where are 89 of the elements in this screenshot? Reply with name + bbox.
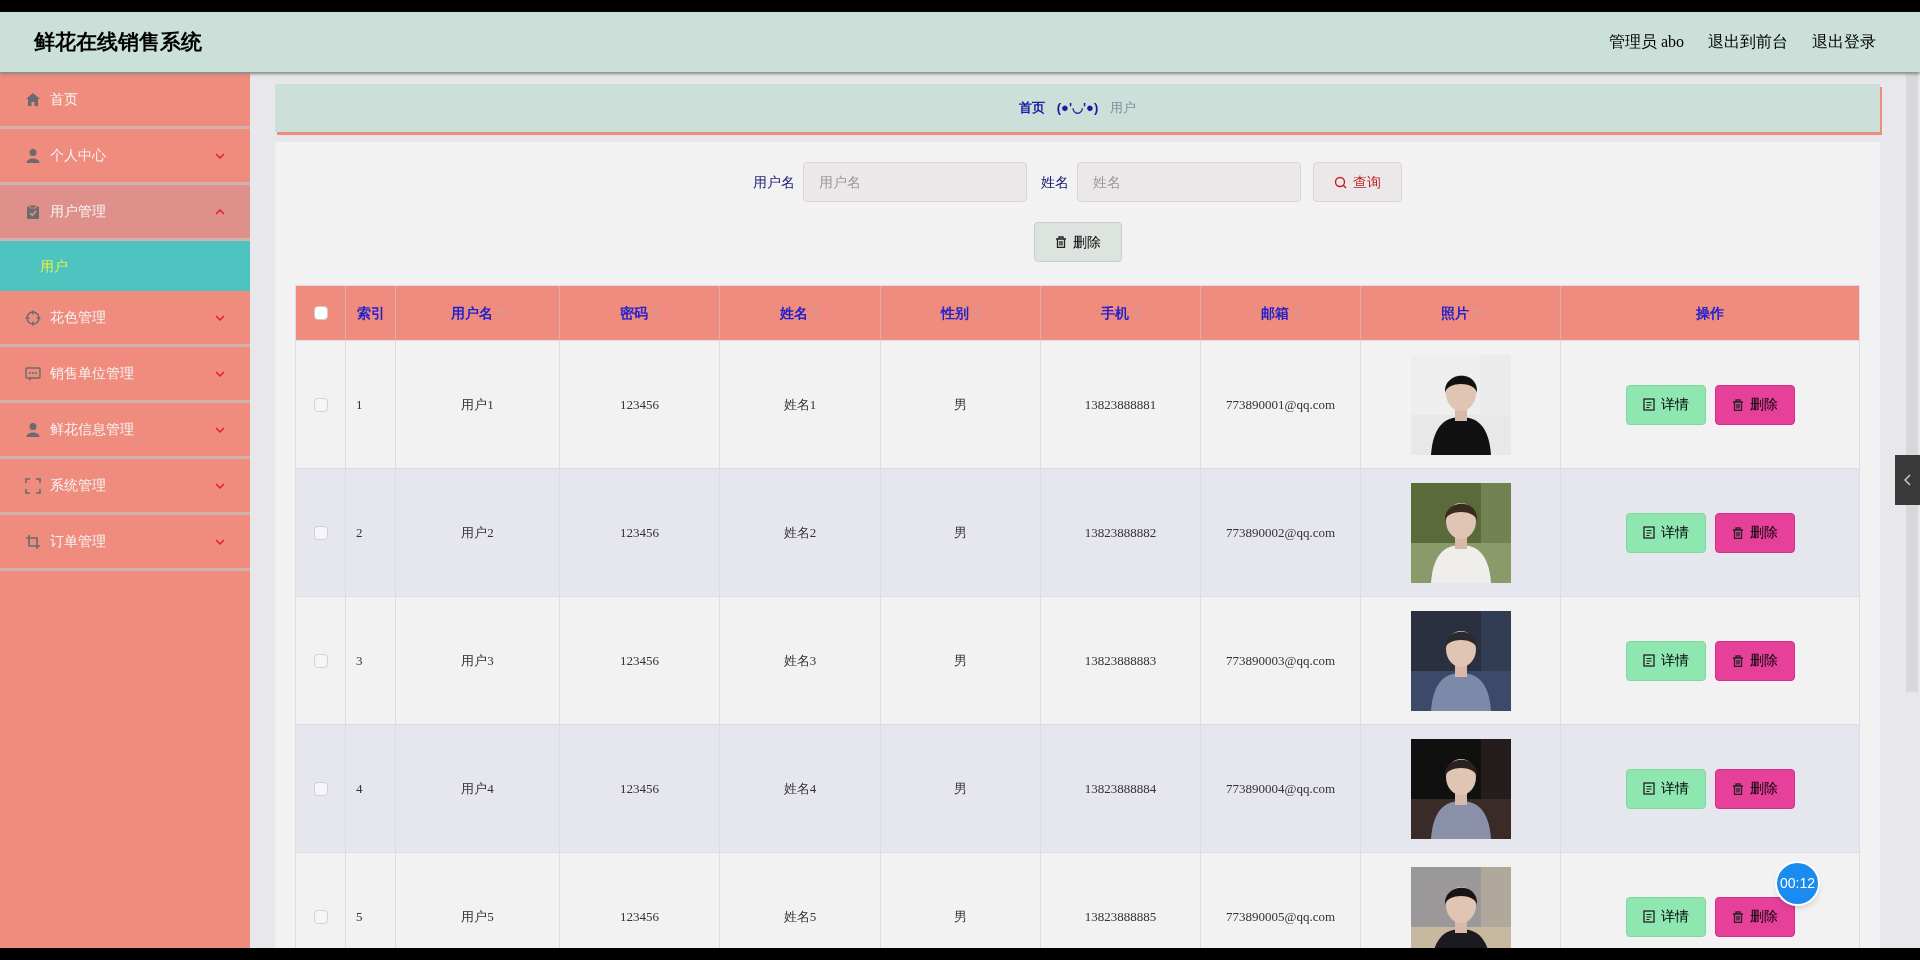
table-cell-text: 男 (954, 395, 967, 414)
table-cell-text: 123456 (620, 523, 659, 542)
breadcrumb-link[interactable]: 首页 (1018, 98, 1045, 118)
user-label: 管理员 abo (1608, 32, 1684, 52)
details-button[interactable]: 详情 (1625, 512, 1706, 553)
checkbox[interactable] (313, 653, 328, 668)
table-cell-text: 用户5 (461, 907, 494, 926)
scrollbar[interactable] (1906, 72, 1918, 692)
document-icon (1642, 910, 1655, 923)
table-cell-text: 男 (954, 523, 967, 542)
table-cell-text: 123456 (620, 779, 659, 798)
home-icon (25, 91, 41, 108)
chat-icon (25, 365, 41, 382)
crosshair-icon (25, 309, 41, 326)
table-cell-text: 男 (954, 779, 967, 798)
search-icon (1334, 175, 1347, 189)
table-cell-text: 773890003@qq.com (1225, 651, 1336, 670)
delete-button[interactable]: 删除 (1714, 896, 1795, 937)
search-field[interactable]: 姓名 (1077, 162, 1301, 202)
fullscreen-icon (25, 477, 41, 494)
trash-icon (1731, 782, 1744, 795)
user-icon (25, 421, 41, 438)
checkbox[interactable] (313, 781, 328, 796)
table-cell-text: 13823888883 (1084, 651, 1157, 670)
details-button[interactable]: 详情 (1625, 768, 1706, 809)
table-cell-text: 姓名5 (783, 907, 817, 926)
delete-button[interactable]: 删除 (1714, 768, 1795, 809)
details-button[interactable]: 详情 (1625, 384, 1706, 425)
table-cell-text: 用户1 (461, 395, 494, 414)
trash-icon (1054, 236, 1067, 248)
app-title: 鲜花在线销售系统 (34, 29, 202, 56)
clipboard-check-icon (25, 203, 41, 220)
delete-button[interactable]: 删除 (1714, 384, 1795, 425)
field-label: 姓名 (1041, 172, 1069, 192)
delete-button[interactable]: 删除 (1714, 640, 1795, 681)
breadcrumb-separator: (●'◡'●) (1055, 99, 1100, 118)
table-cell-text: 5 (356, 907, 363, 926)
table-cell-text: 4 (356, 779, 363, 798)
breadcrumb-current: 用户 (1110, 99, 1137, 118)
collapse-button[interactable] (1895, 455, 1920, 505)
table-cell-text: 773890004@qq.com (1225, 779, 1336, 798)
document-icon (1642, 526, 1655, 539)
table-cell-text: 2 (356, 523, 363, 542)
table-cell-text: 姓名3 (783, 651, 817, 670)
checkbox[interactable] (313, 909, 328, 924)
document-icon (1642, 398, 1655, 411)
table-cell-text: 姓名4 (783, 779, 817, 798)
trash-icon (1731, 654, 1744, 667)
table-cell-text: 13823888885 (1084, 907, 1157, 926)
table-cell-text: 用户3 (461, 651, 494, 670)
field-label: 用户名 (753, 172, 795, 192)
search-button[interactable]: 查询 (1313, 162, 1402, 202)
table-cell-text: 773890005@qq.com (1225, 907, 1336, 926)
table-cell-text: 773890002@qq.com (1225, 523, 1336, 542)
table-cell-text: 123456 (620, 395, 659, 414)
document-icon (1642, 654, 1655, 667)
table-cell-text: 1 (356, 395, 363, 414)
table-cell-text: 13823888881 (1084, 395, 1157, 414)
table-cell-text: 123456 (620, 907, 659, 926)
table-cell-text: 男 (954, 651, 967, 670)
document-icon (1642, 782, 1655, 795)
chevron-left-icon (1903, 474, 1912, 486)
trash-icon (1731, 398, 1744, 411)
table-cell-text: 男 (954, 907, 967, 926)
table-cell-text: 用户4 (461, 779, 494, 798)
table-cell-text: 用户2 (461, 523, 494, 542)
search-field[interactable]: 用户名 (803, 162, 1027, 202)
sidebar-item[interactable]: 用户管理 (0, 185, 250, 241)
delete-button[interactable]: 删除 (1033, 222, 1122, 262)
details-button[interactable]: 详情 (1625, 896, 1706, 937)
details-button[interactable]: 详情 (1625, 640, 1706, 681)
delete-button[interactable]: 删除 (1714, 512, 1795, 553)
header-link[interactable]: 退出到前台 (1708, 30, 1788, 54)
trash-icon (1731, 910, 1744, 923)
table-cell-text: 123456 (620, 651, 659, 670)
column-header: 操作 (1695, 303, 1725, 323)
user-icon (25, 147, 41, 164)
crop-icon (25, 533, 41, 550)
table-cell-text: 13823888884 (1084, 779, 1157, 798)
checkbox[interactable] (313, 397, 328, 412)
table-cell-text: 3 (356, 651, 363, 670)
table-cell-text: 13823888882 (1084, 523, 1157, 542)
checkbox[interactable] (313, 306, 328, 320)
table-cell-text: 773890001@qq.com (1225, 395, 1336, 414)
table-cell-text: 姓名1 (783, 395, 817, 414)
trash-icon (1731, 526, 1744, 539)
header-link[interactable]: 退出登录 (1812, 30, 1876, 54)
table-cell-text: 姓名2 (783, 523, 817, 542)
checkbox[interactable] (313, 525, 328, 540)
